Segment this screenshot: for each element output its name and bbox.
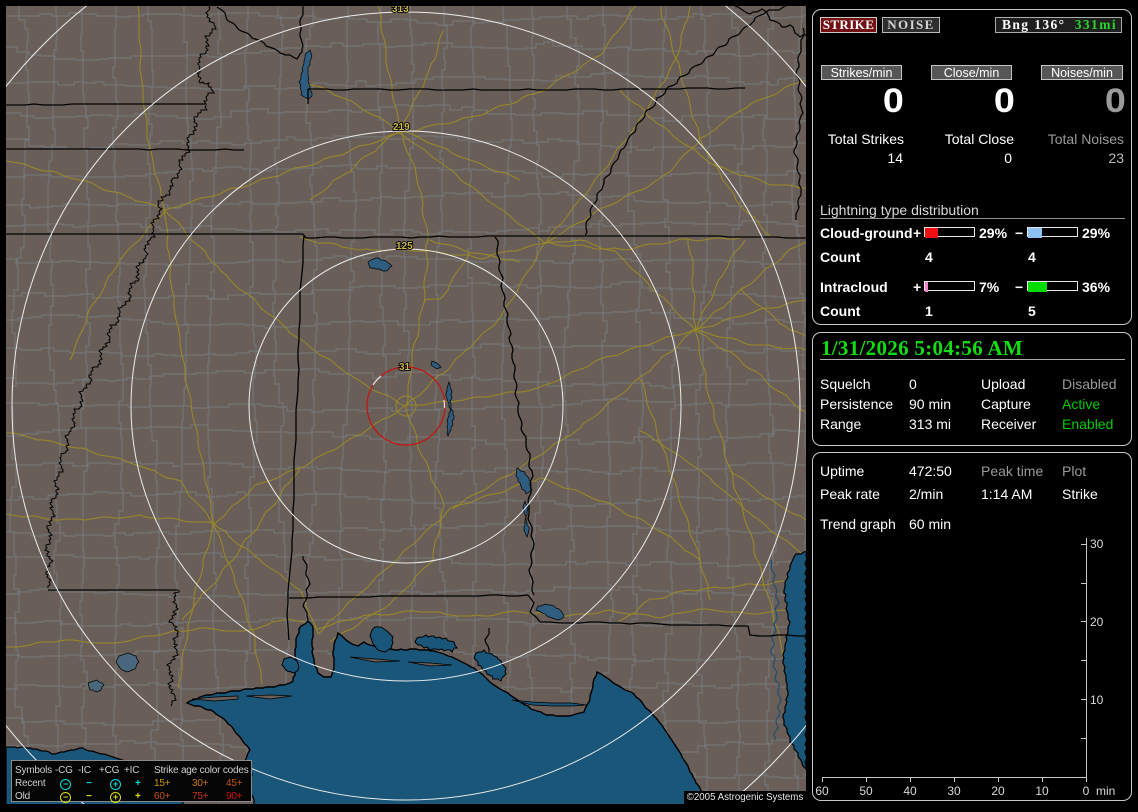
svg-text:125: 125 [396,241,413,252]
svg-text:219: 219 [393,122,410,133]
svg-text:313: 313 [392,4,409,15]
svg-text:31: 31 [399,362,411,373]
